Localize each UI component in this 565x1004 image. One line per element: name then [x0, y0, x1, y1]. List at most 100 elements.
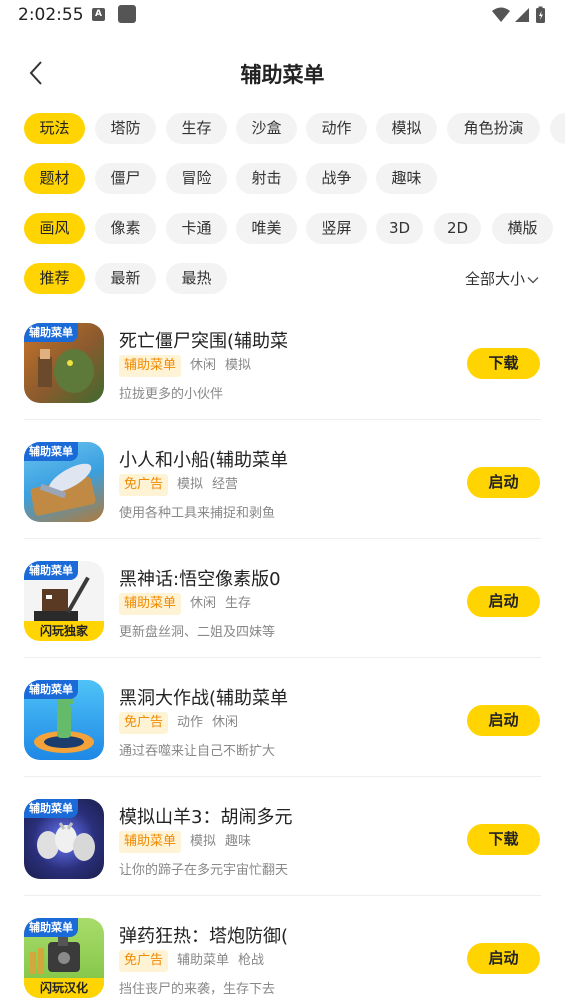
chip-cartoon[interactable]: 卡通 [166, 213, 227, 244]
game-item[interactable]: 辅助菜单 闪玩汉化 弹药狂热：塔炮防御( 免广告 辅助菜单 枪战 挡住丧尸的来袭，生… [0, 897, 565, 1004]
chip-theme-all[interactable]: 题材 [24, 163, 85, 194]
launch-button[interactable]: 启动 [467, 943, 540, 974]
cell-signal-icon [515, 8, 529, 22]
size-select[interactable]: 全部大小 [465, 268, 539, 290]
genre-tag: 休闲 [212, 715, 239, 730]
chip-zombie[interactable]: 僵尸 [95, 163, 156, 194]
game-description: 让你的蹄子在多元宇宙忙翻天 [119, 863, 289, 878]
size-select-label: 全部大小 [464, 270, 525, 288]
genre-tag: 休闲 [190, 358, 217, 373]
chip-style-all[interactable]: 画风 [24, 213, 85, 244]
chip-beautiful[interactable]: 唯美 [236, 213, 297, 244]
chip-3d[interactable]: 3D [376, 213, 423, 244]
status-bar: 2:02:55 A [0, 0, 565, 32]
game-description: 拉拢更多的小伙伴 [119, 387, 224, 402]
game-item[interactable]: 辅助菜单 黑洞大作战(辅助菜单 免广告 动作 休闲 通过吞噬来让自己不断扩大 启动 [0, 659, 565, 777]
highlight-tag: 免广告 [119, 712, 169, 734]
game-description: 通过吞噬来让自己不断扩大 [119, 744, 276, 759]
highlight-tag: 辅助菜单 [119, 593, 182, 615]
chip-action[interactable]: 动作 [306, 113, 367, 144]
icon-badge: 辅助菜单 [24, 680, 78, 699]
divider [24, 776, 541, 777]
divider [24, 419, 541, 420]
game-tags: 免广告 动作 休闲 [119, 712, 238, 734]
game-icon[interactable]: 辅助菜单 [24, 680, 104, 760]
download-button[interactable]: 下载 [467, 348, 540, 379]
chip-pixel[interactable]: 像素 [95, 213, 156, 244]
icon-footer: 闪玩汉化 [24, 978, 104, 998]
genre-tag: 辅助菜单 [177, 953, 230, 968]
game-icon[interactable]: 辅助菜单 [24, 323, 104, 403]
game-tags: 免广告 辅助菜单 枪战 [119, 950, 264, 972]
genre-tag: 趣味 [225, 834, 252, 849]
chip-adventure[interactable]: 冒险 [166, 163, 227, 194]
game-description: 挡住丧尸的来袭，生存下去 [119, 982, 276, 997]
chip-side-scroll[interactable]: 横版 [492, 213, 553, 244]
chip-more-partial[interactable] [550, 113, 565, 144]
game-name[interactable]: 黑神话:悟空像素版0 [119, 565, 281, 591]
launch-button[interactable]: 启动 [467, 467, 540, 498]
genre-tag: 经营 [212, 477, 239, 492]
game-item[interactable]: 辅助菜单 闪玩独家 黑神话:悟空像素版0 辅助菜单 休闲 生存 更新盘丝洞、二姐及四… [0, 540, 565, 658]
game-name[interactable]: 死亡僵尸突围(辅助菜 [119, 327, 288, 353]
game-icon[interactable]: 辅助菜单 闪玩汉化 [24, 918, 104, 998]
game-icon[interactable]: 辅助菜单 [24, 799, 104, 879]
launch-button[interactable]: 启动 [467, 586, 540, 617]
genre-tag: 生存 [225, 596, 252, 611]
game-name[interactable]: 小人和小船(辅助菜单 [119, 446, 288, 472]
genre-tag: 枪战 [238, 953, 265, 968]
game-description: 更新盘丝洞、二姐及四妹等 [119, 625, 276, 640]
game-item[interactable]: 辅助菜单 模拟山羊3：胡闹多元 辅助菜单 模拟 趣味 让你的蹄子在多元宇宙忙翻天 下… [0, 778, 565, 896]
chevron-down-icon [527, 276, 539, 283]
icon-badge: 辅助菜单 [24, 799, 78, 818]
chip-rpg[interactable]: 角色扮演 [447, 113, 540, 144]
download-button[interactable]: 下载 [467, 824, 540, 855]
game-name[interactable]: 模拟山羊3：胡闹多元 [119, 803, 292, 829]
divider [24, 657, 541, 658]
icon-badge: 辅助菜单 [24, 918, 78, 937]
icon-badge: 辅助菜单 [24, 442, 78, 461]
page-title: 辅助菜单 [240, 63, 325, 87]
icon-badge: 辅助菜单 [24, 561, 78, 580]
genre-tag: 模拟 [190, 834, 217, 849]
game-name[interactable]: 黑洞大作战(辅助菜单 [119, 684, 288, 710]
header: 辅助菜单 [0, 50, 565, 96]
chip-portrait[interactable]: 竖屏 [306, 213, 367, 244]
genre-tag: 动作 [177, 715, 204, 730]
game-item[interactable]: 辅助菜单 死亡僵尸突围(辅助菜 辅助菜单 休闲 模拟 拉拢更多的小伙伴 下载 [0, 302, 565, 420]
genre-tag: 休闲 [190, 596, 217, 611]
chip-fun[interactable]: 趣味 [376, 163, 437, 194]
launch-button[interactable]: 启动 [467, 705, 540, 736]
notification-a-icon: A [92, 8, 105, 21]
chip-survival[interactable]: 生存 [166, 113, 227, 144]
icon-footer: 闪玩独家 [24, 621, 104, 641]
chip-sandbox[interactable]: 沙盒 [236, 113, 297, 144]
chip-hottest[interactable]: 最热 [166, 263, 227, 294]
chip-newest[interactable]: 最新 [95, 263, 156, 294]
game-icon[interactable]: 辅助菜单 闪玩独家 [24, 561, 104, 641]
chip-recommended[interactable]: 推荐 [24, 263, 85, 294]
game-tags: 免广告 模拟 经营 [119, 474, 238, 496]
chip-shooting[interactable]: 射击 [236, 163, 297, 194]
divider [24, 895, 541, 896]
game-description: 使用各种工具来捕捉和剥鱼 [119, 506, 276, 521]
game-icon[interactable]: 辅助菜单 [24, 442, 104, 522]
chip-2d[interactable]: 2D [434, 213, 481, 244]
notification-app-icon [118, 5, 136, 23]
chip-tower-defense[interactable]: 塔防 [95, 113, 156, 144]
signal-battery-icons [492, 6, 545, 23]
highlight-tag: 免广告 [119, 474, 169, 496]
game-tags: 辅助菜单 模拟 趣味 [119, 831, 251, 853]
game-tags: 辅助菜单 休闲 模拟 [119, 355, 251, 377]
chip-gameplay-all[interactable]: 玩法 [24, 113, 85, 144]
status-time: 2:02:55 [18, 5, 84, 25]
icon-badge: 辅助菜单 [24, 323, 78, 342]
highlight-tag: 辅助菜单 [119, 831, 182, 853]
highlight-tag: 辅助菜单 [119, 355, 182, 377]
chip-war[interactable]: 战争 [306, 163, 367, 194]
genre-tag: 模拟 [177, 477, 204, 492]
game-name[interactable]: 弹药狂热：塔炮防御( [119, 922, 288, 948]
divider [24, 538, 541, 539]
chip-simulation[interactable]: 模拟 [376, 113, 437, 144]
game-item[interactable]: 辅助菜单 小人和小船(辅助菜单 免广告 模拟 经营 使用各种工具来捕捉和剥鱼 启动 [0, 421, 565, 539]
